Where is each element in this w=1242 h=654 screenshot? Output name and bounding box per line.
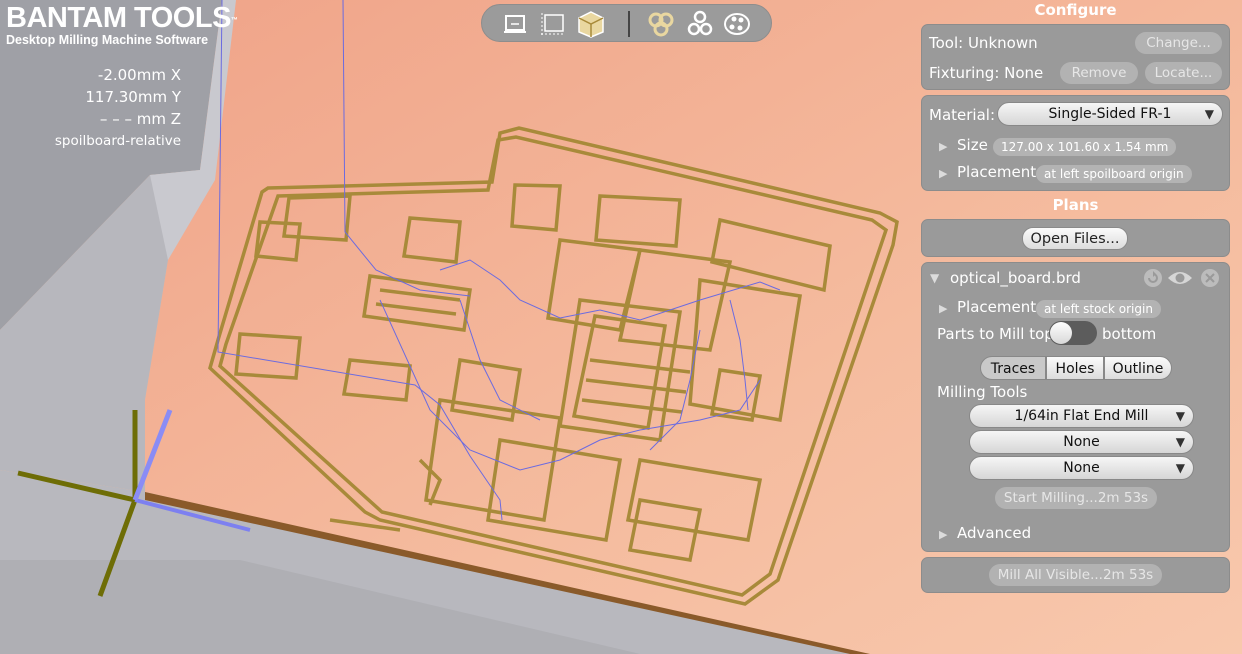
- top-view-icon[interactable]: [539, 10, 567, 38]
- milling-tools-label: Milling Tools: [937, 383, 1028, 401]
- milling-tool-select-2[interactable]: None ▼: [969, 430, 1194, 454]
- remove-fixture-button[interactable]: Remove: [1060, 62, 1138, 84]
- front-view-icon[interactable]: [501, 10, 529, 38]
- material-select-value: Single-Sided FR-1: [1048, 106, 1172, 122]
- expand-triangle-icon[interactable]: ▶: [939, 140, 947, 153]
- milling-tool-value-2: None: [1063, 434, 1100, 450]
- chevron-down-icon: ▼: [1204, 107, 1214, 121]
- plan-placement-label[interactable]: Placement: [957, 298, 1036, 316]
- plan-placement-value: at left stock origin: [1036, 300, 1161, 318]
- expand-triangle-icon[interactable]: ▶: [939, 528, 947, 541]
- iso-view-icon[interactable]: [577, 10, 605, 38]
- fixturing-label: Fixturing: None: [929, 64, 1044, 82]
- chevron-down-icon: ▼: [1175, 409, 1185, 423]
- start-milling-button[interactable]: Start Milling...2m 53s: [995, 487, 1157, 509]
- advanced-label[interactable]: Advanced: [957, 524, 1031, 542]
- configure-title: Configure: [1034, 1, 1117, 19]
- parts-to-mill-label: Parts to Mill top: [937, 325, 1054, 343]
- brand-trademark: ™: [230, 17, 238, 24]
- tab-outline[interactable]: Outline: [1104, 356, 1172, 380]
- open-files-button[interactable]: Open Files...: [1022, 227, 1128, 250]
- expand-triangle-icon[interactable]: ▶: [939, 167, 947, 180]
- milling-tool-value-1: 1/64in Flat End Mill: [1014, 408, 1149, 424]
- view-toolbar: [481, 4, 772, 42]
- brand-subtitle: Desktop Milling Machine Software: [6, 33, 209, 47]
- milling-tool-value-3: None: [1063, 460, 1100, 476]
- traces-display-icon[interactable]: [647, 10, 675, 38]
- parts-side-toggle[interactable]: [1049, 321, 1097, 345]
- locate-fixture-button[interactable]: Locate...: [1145, 62, 1222, 84]
- collapse-triangle-icon[interactable]: ▼: [930, 271, 939, 285]
- material-label: Material:: [929, 106, 995, 124]
- tab-holes[interactable]: Holes: [1046, 356, 1104, 380]
- plan-file-name: optical_board.brd: [950, 269, 1081, 287]
- visibility-eye-icon[interactable]: [1166, 268, 1194, 288]
- brand-title: BANTAM TOOLS: [6, 2, 231, 34]
- expand-triangle-icon[interactable]: ▶: [939, 302, 947, 315]
- position-x: -2.00mm X: [97, 66, 181, 84]
- holes-display-icon[interactable]: [723, 10, 751, 38]
- chevron-down-icon: ▼: [1175, 435, 1185, 449]
- material-select[interactable]: Single-Sided FR-1 ▼: [997, 102, 1223, 126]
- size-label[interactable]: Size: [957, 136, 988, 154]
- tab-traces[interactable]: Traces: [980, 356, 1046, 380]
- parts-display-icon[interactable]: [686, 10, 714, 38]
- position-y: 117.30mm Y: [85, 88, 181, 106]
- tool-label: Tool: Unknown: [929, 34, 1038, 52]
- milling-tool-select-3[interactable]: None ▼: [969, 456, 1194, 480]
- position-readout: -2.00mm X 117.30mm Y – – – mm Z spoilboa…: [40, 64, 181, 152]
- placement-label[interactable]: Placement: [957, 163, 1036, 181]
- position-mode[interactable]: spoilboard-relative: [40, 130, 181, 152]
- mill-all-visible-button[interactable]: Mill All Visible...2m 53s: [989, 564, 1162, 586]
- chevron-down-icon: ▼: [1175, 461, 1185, 475]
- position-z: – – – mm Z: [99, 110, 181, 128]
- parts-bottom-label: bottom: [1102, 325, 1157, 343]
- toolbar-separator: [628, 11, 630, 37]
- change-tool-button[interactable]: Change...: [1135, 32, 1222, 54]
- size-value: 127.00 x 101.60 x 1.54 mm: [993, 138, 1177, 156]
- milling-tool-select-1[interactable]: 1/64in Flat End Mill ▼: [969, 404, 1194, 428]
- close-icon[interactable]: [1200, 268, 1220, 288]
- plans-title: Plans: [1052, 196, 1099, 214]
- placement-value: at left spoilboard origin: [1036, 165, 1192, 183]
- brand-logo: BANTAM TOOLS™ Desktop Milling Machine So…: [6, 2, 238, 47]
- reload-icon[interactable]: [1143, 268, 1163, 288]
- toggle-knob: [1050, 322, 1072, 344]
